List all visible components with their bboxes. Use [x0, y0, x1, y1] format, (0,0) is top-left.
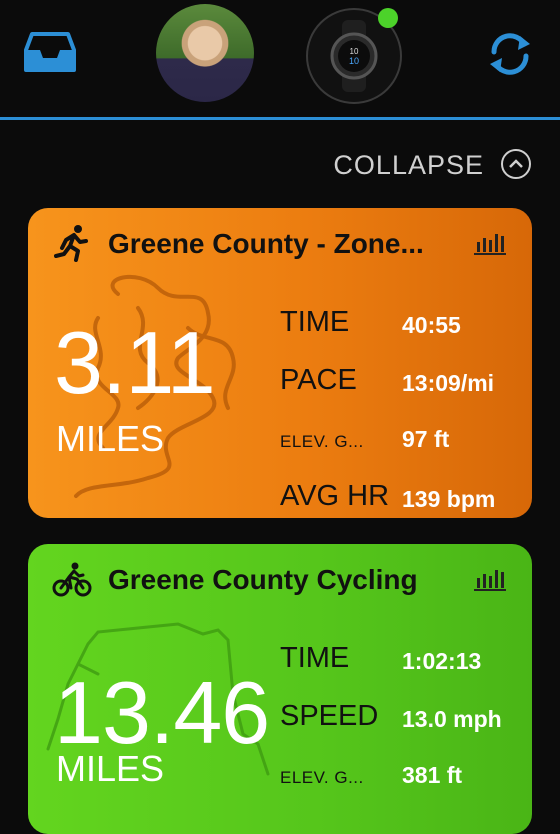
stat-label-pace: PACE: [280, 364, 357, 396]
distance-unit: MILES: [56, 418, 165, 459]
inbox-tray-icon[interactable]: [24, 30, 76, 74]
header-divider: [0, 117, 560, 120]
runner-icon: [54, 225, 88, 262]
chevron-up-circle-icon[interactable]: [500, 148, 532, 180]
stat-label-elevation: ELEV. G...: [280, 432, 364, 451]
collapse-toggle[interactable]: COLLAPSE: [0, 140, 560, 190]
stat-label-avg-hr: AVG HR: [280, 480, 390, 512]
stat-label-speed: SPEED: [280, 700, 379, 732]
stat-value-time: 1:02:13: [402, 648, 482, 674]
stat-value-pace: 13:09/mi: [402, 370, 495, 396]
stat-value-elevation: 97 ft: [402, 426, 450, 452]
profile-avatar[interactable]: [156, 4, 254, 102]
collapse-label[interactable]: COLLAPSE: [333, 150, 484, 181]
stat-value-avg-hr: 139 bpm: [402, 486, 496, 512]
stat-value-speed: 13.0 mph: [402, 706, 502, 732]
distance-unit: MILES: [56, 748, 165, 789]
top-bar: 10 10: [0, 0, 560, 118]
cyclist-icon: [52, 562, 92, 597]
svg-text:10: 10: [350, 47, 359, 56]
watch-connected-status-dot: [378, 8, 398, 28]
stats-panel: TIME 40:55 PACE 13:09/mi ELEV. G... 97 f…: [280, 208, 532, 518]
stat-label-time: TIME: [280, 642, 350, 674]
sync-arrows-icon[interactable]: [484, 30, 536, 78]
stat-value-time: 40:55: [402, 312, 461, 338]
stat-label-time: TIME: [280, 306, 350, 338]
activity-card-running[interactable]: Greene County - Zone... 3.11 MILES TIME …: [28, 208, 532, 518]
svg-text:10: 10: [349, 56, 359, 66]
stat-value-elevation: 381 ft: [402, 762, 463, 788]
stats-panel: TIME 1:02:13 SPEED 13.0 mph ELEV. G... 3…: [280, 544, 532, 834]
activity-card-cycling[interactable]: Greene County Cycling 13.46 MILES TIME 1…: [28, 544, 532, 834]
distance-value: 3.11: [54, 313, 216, 412]
stat-label-elevation: ELEV. G...: [280, 768, 364, 787]
